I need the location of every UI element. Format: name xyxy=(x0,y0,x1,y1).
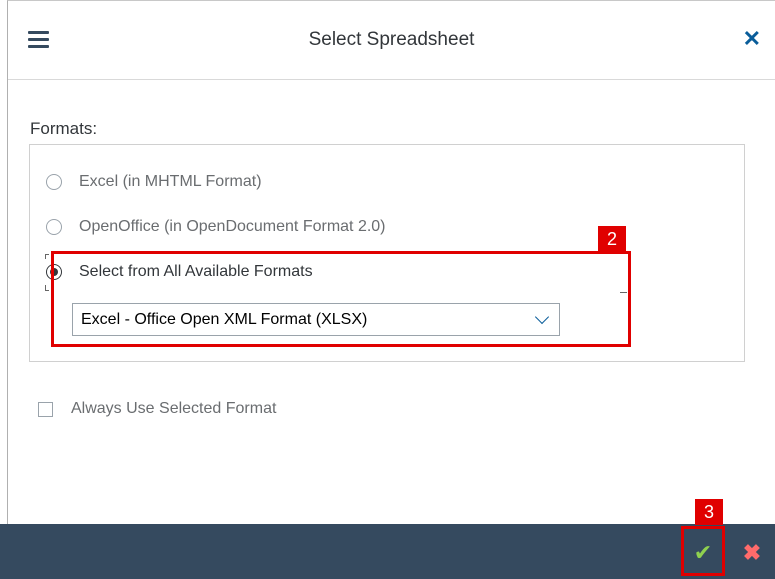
cancel-x-icon[interactable]: ✖ xyxy=(737,538,767,568)
radio-label: Excel (in MHTML Format) xyxy=(79,173,262,190)
annotation-badge-2: 2 xyxy=(598,226,626,252)
formats-label: Formats: xyxy=(30,119,98,138)
checkbox[interactable] xyxy=(38,401,53,417)
radio-button[interactable] xyxy=(46,174,62,190)
focus-marker xyxy=(45,254,46,259)
dialog-footer xyxy=(0,524,775,579)
radio-option-openoffice[interactable]: OpenOffice (in OpenDocument Format 2.0) xyxy=(46,218,386,236)
radio-label: OpenOffice (in OpenDocument Format 2.0) xyxy=(79,218,386,235)
dialog-header: Select Spreadsheet ✕ xyxy=(8,1,775,80)
always-use-selected-format[interactable]: Always Use Selected Format xyxy=(38,400,276,418)
annotation-box-2 xyxy=(51,251,631,347)
radio-option-excel-mhtml[interactable]: Excel (in MHTML Format) xyxy=(46,173,262,191)
checkbox-label: Always Use Selected Format xyxy=(71,400,277,417)
annotation-badge-3: 3 xyxy=(695,499,723,525)
close-icon[interactable]: ✕ xyxy=(743,27,761,51)
annotation-box-3 xyxy=(681,526,725,576)
dialog-title: Select Spreadsheet xyxy=(308,29,475,50)
focus-marker xyxy=(45,290,49,291)
radio-button[interactable] xyxy=(46,219,62,235)
